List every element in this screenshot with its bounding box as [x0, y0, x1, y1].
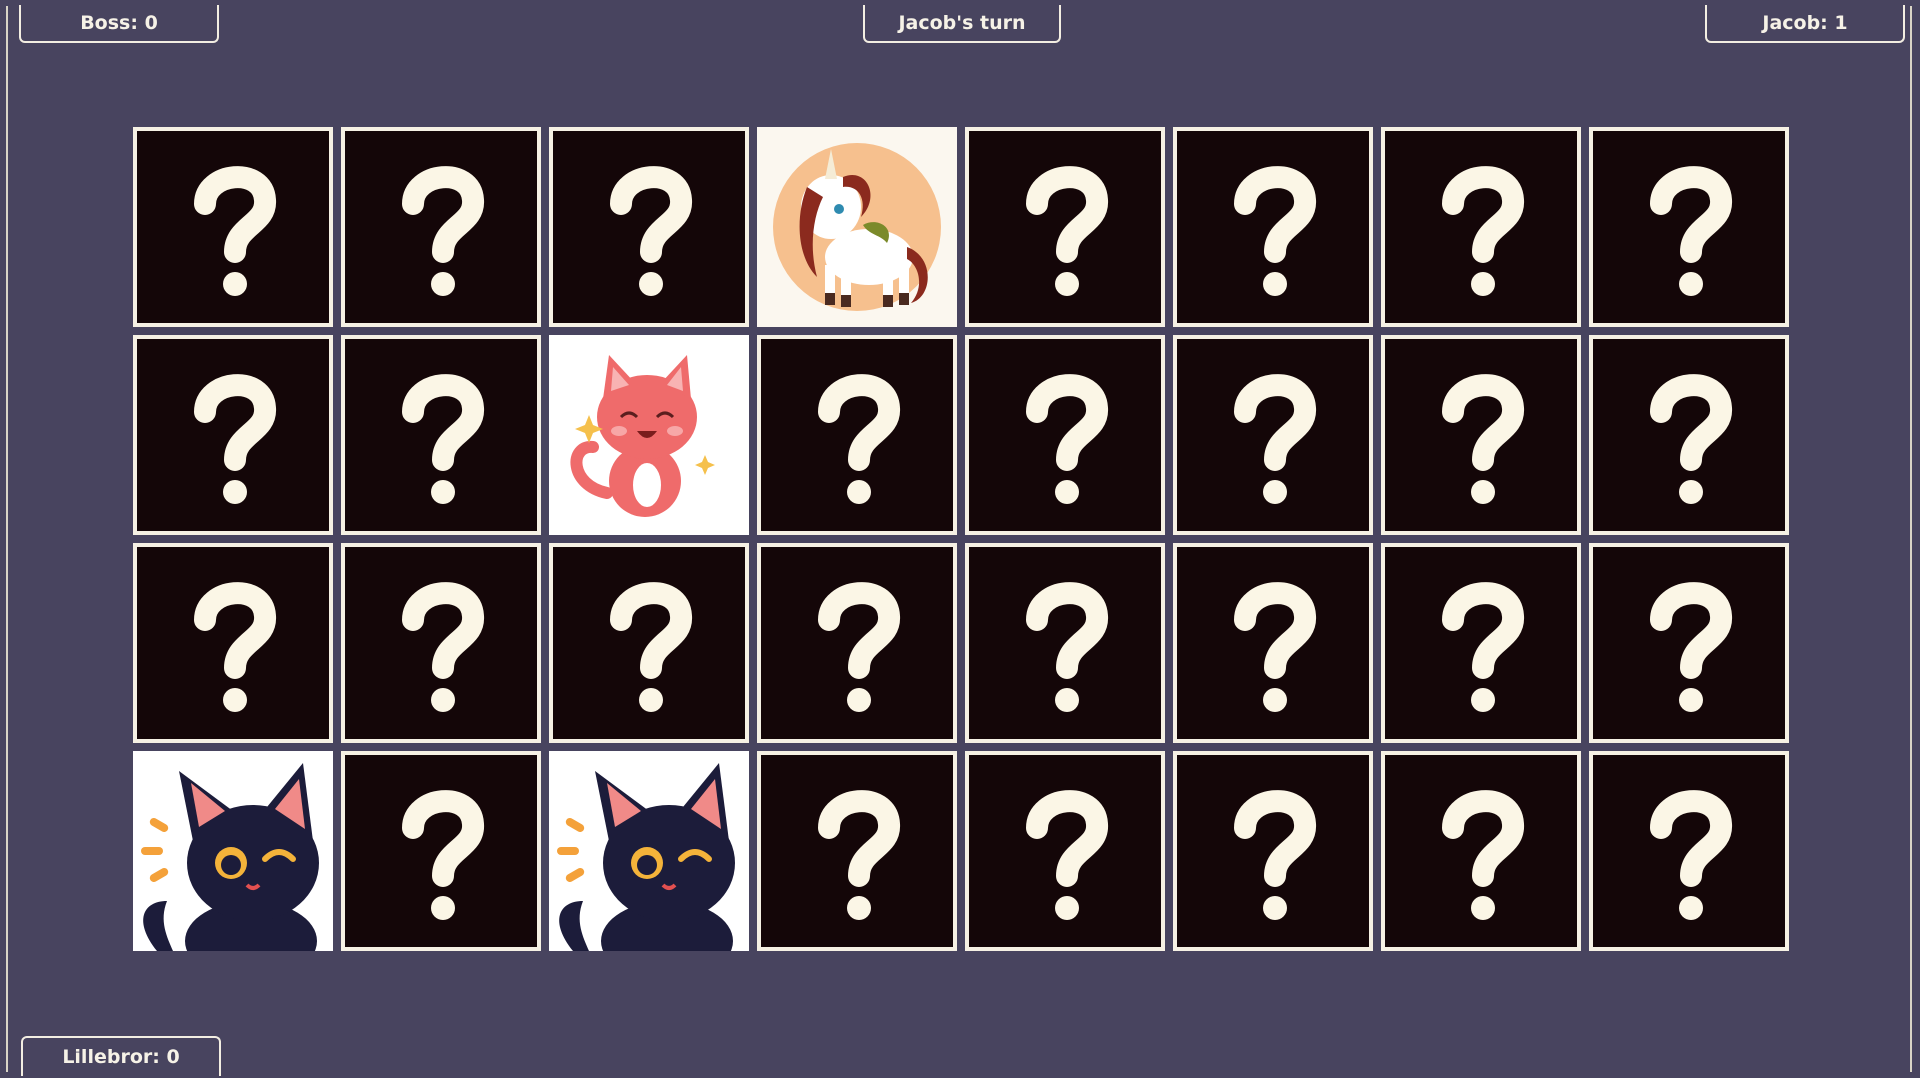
- card-grid: [133, 127, 1789, 951]
- pink-cat-card-image: [549, 335, 749, 535]
- memory-card[interactable]: [1381, 543, 1581, 743]
- memory-card[interactable]: [1589, 335, 1789, 535]
- memory-card[interactable]: [1589, 127, 1789, 327]
- memory-card[interactable]: [1173, 543, 1373, 743]
- memory-card[interactable]: [1589, 751, 1789, 951]
- question-mark-icon: [1629, 568, 1749, 718]
- memory-card[interactable]: [757, 543, 957, 743]
- question-mark-icon: [1005, 152, 1125, 302]
- question-mark-icon: [797, 776, 917, 926]
- black-cat-card-image: [133, 751, 333, 951]
- memory-card-revealed[interactable]: [757, 127, 957, 327]
- memory-card[interactable]: [549, 543, 749, 743]
- question-mark-icon: [1421, 568, 1541, 718]
- memory-card[interactable]: [965, 127, 1165, 327]
- memory-card[interactable]: [965, 751, 1165, 951]
- question-mark-icon: [1213, 568, 1333, 718]
- memory-card[interactable]: [1173, 751, 1373, 951]
- question-mark-icon: [1421, 360, 1541, 510]
- score-boss: Boss: 0: [19, 5, 219, 43]
- turn-indicator: Jacob's turn: [863, 5, 1061, 43]
- question-mark-icon: [797, 568, 917, 718]
- question-mark-icon: [1629, 360, 1749, 510]
- memory-card[interactable]: [757, 335, 957, 535]
- question-mark-icon: [1213, 776, 1333, 926]
- memory-card-revealed[interactable]: [549, 751, 749, 951]
- memory-card[interactable]: [965, 543, 1165, 743]
- question-mark-icon: [1213, 152, 1333, 302]
- memory-card[interactable]: [965, 335, 1165, 535]
- question-mark-icon: [173, 152, 293, 302]
- unicorn-card-image: [757, 127, 957, 327]
- memory-card[interactable]: [1589, 543, 1789, 743]
- memory-card[interactable]: [341, 335, 541, 535]
- question-mark-icon: [797, 360, 917, 510]
- question-mark-icon: [1629, 776, 1749, 926]
- memory-card[interactable]: [133, 543, 333, 743]
- question-mark-icon: [381, 776, 501, 926]
- question-mark-icon: [173, 360, 293, 510]
- question-mark-icon: [381, 152, 501, 302]
- question-mark-icon: [589, 568, 709, 718]
- score-lillebror: Lillebror: 0: [21, 1036, 221, 1076]
- question-mark-icon: [1005, 568, 1125, 718]
- question-mark-icon: [173, 568, 293, 718]
- memory-card-revealed[interactable]: [133, 751, 333, 951]
- memory-card-revealed[interactable]: [549, 335, 749, 535]
- black-cat-card-image: [549, 751, 749, 951]
- question-mark-icon: [1005, 776, 1125, 926]
- memory-card[interactable]: [1173, 335, 1373, 535]
- question-mark-icon: [1629, 152, 1749, 302]
- memory-card[interactable]: [757, 751, 957, 951]
- memory-card[interactable]: [1381, 127, 1581, 327]
- question-mark-icon: [1421, 776, 1541, 926]
- question-mark-icon: [1005, 360, 1125, 510]
- score-jacob: Jacob: 1: [1705, 5, 1905, 43]
- memory-card[interactable]: [549, 127, 749, 327]
- memory-card[interactable]: [341, 751, 541, 951]
- memory-card[interactable]: [1381, 751, 1581, 951]
- memory-card[interactable]: [341, 127, 541, 327]
- memory-card[interactable]: [133, 335, 333, 535]
- memory-card[interactable]: [1173, 127, 1373, 327]
- memory-card[interactable]: [341, 543, 541, 743]
- question-mark-icon: [1421, 152, 1541, 302]
- memory-card[interactable]: [133, 127, 333, 327]
- question-mark-icon: [381, 568, 501, 718]
- question-mark-icon: [381, 360, 501, 510]
- question-mark-icon: [589, 152, 709, 302]
- memory-card[interactable]: [1381, 335, 1581, 535]
- question-mark-icon: [1213, 360, 1333, 510]
